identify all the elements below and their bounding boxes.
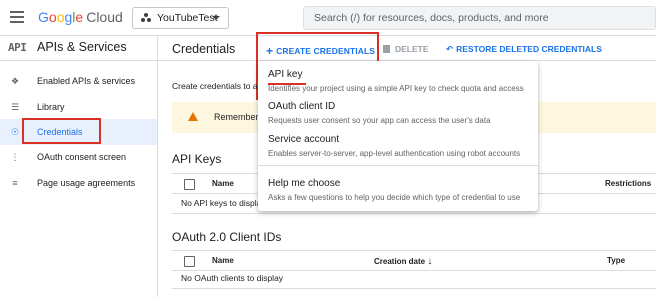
sidebar-item-page-usage[interactable]: ≡ Page usage agreements [0,170,157,196]
key-icon: ☉ [10,127,20,137]
sidebar-item-enabled-apis[interactable]: ❖ Enabled APIs & services [0,68,157,94]
credentials-description: Create credentials to ac [172,81,262,91]
sidebar-item-library[interactable]: ☰ Library [0,94,157,120]
sidebar-header: API APIs & Services [0,36,157,61]
page-title: Credentials [172,42,236,56]
oauth-table-header: Name Creation date ↓ Type [172,250,656,271]
api-logo-icon: API [8,41,27,54]
menu-item-oauth-client-id[interactable]: OAuth client ID Requests user consent so… [258,98,538,128]
select-all-checkbox[interactable] [184,256,195,267]
restore-deleted-button[interactable]: ↶ RESTORE DELETED CREDENTIALS [446,44,602,55]
delete-button[interactable]: DELETE [383,44,429,54]
arrow-down-icon: ↓ [427,256,433,267]
search-input[interactable]: Search (/) for resources, docs, products… [303,6,656,30]
column-name[interactable]: Name [212,256,234,265]
caret-down-icon [212,16,220,20]
menu-item-service-account[interactable]: Service account Enables server-to-server… [258,131,538,161]
consent-icon: ⋮ [10,152,20,162]
sidebar-item-oauth-consent[interactable]: ⋮ OAuth consent screen [0,144,157,170]
menu-item-help-me-choose[interactable]: Help me choose Asks a few questions to h… [258,173,538,203]
row-divider [172,213,656,214]
column-restrictions[interactable]: Restrictions [605,179,651,188]
api-keys-title: API Keys [172,152,222,166]
restore-icon: ↶ [446,44,454,54]
column-name[interactable]: Name [212,179,234,188]
library-icon: ☰ [10,102,20,112]
google-cloud-logo[interactable]: Google Cloud [38,9,123,25]
menu-item-api-key[interactable]: API key Identifies your project using a … [258,64,538,96]
top-bar: Google Cloud YouTubeTest Search (/) for r… [0,0,656,36]
sidebar-title: APIs & Services [37,40,127,54]
select-all-checkbox[interactable] [184,179,195,190]
project-name: YouTubeTest [157,12,218,24]
menu-divider [258,165,538,166]
project-selector[interactable]: YouTubeTest [132,7,229,29]
hamburger-menu-icon[interactable] [10,11,24,23]
api-key-underline [268,83,306,85]
sidebar-divider [157,36,158,297]
diamond-api-icon: ❖ [10,76,20,86]
oauth-title: OAuth 2.0 Client IDs [172,230,282,244]
highlight-credentials [22,118,101,144]
oauth-empty-text: No OAuth clients to display [181,273,284,283]
column-type[interactable]: Type [607,256,625,265]
trash-icon [383,45,390,53]
project-dots-icon [141,13,151,23]
settings-list-icon: ≡ [12,178,18,188]
column-creation-date[interactable]: Creation date ↓ [374,256,432,267]
row-divider [172,288,656,289]
api-keys-empty-text: No API keys to displa [181,198,262,208]
warning-icon [188,112,198,121]
